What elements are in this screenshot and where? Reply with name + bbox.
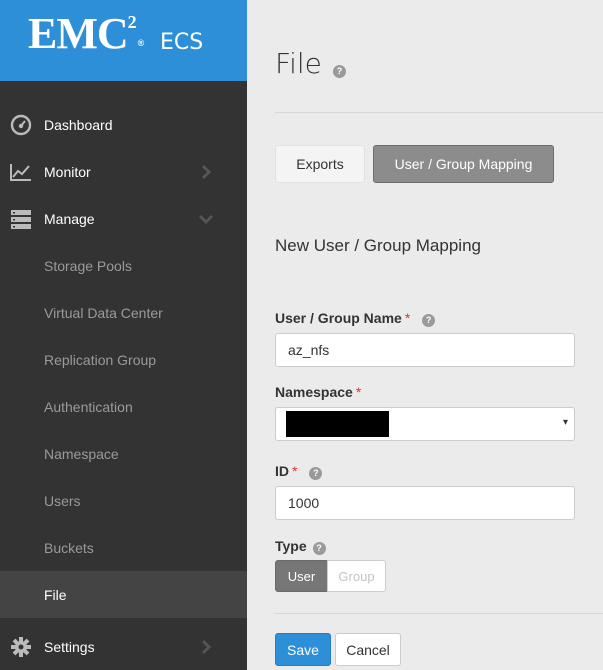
help-icon[interactable]: ?: [333, 65, 346, 78]
help-icon[interactable]: ?: [422, 314, 436, 327]
redacted-value: [286, 411, 389, 437]
sidebar-item-namespace[interactable]: Namespace: [0, 430, 247, 477]
required-marker: *: [355, 384, 362, 400]
namespace-select[interactable]: ▾: [275, 407, 575, 441]
nav-monitor-label: Monitor: [44, 163, 91, 180]
id-label: ID * ?: [275, 463, 323, 480]
section-title: New User / Group Mapping: [275, 236, 481, 255]
divider: [275, 613, 603, 614]
type-group-toggle[interactable]: Group: [327, 560, 386, 592]
nav-manage-label: Manage: [44, 210, 95, 227]
help-icon[interactable]: ?: [309, 467, 323, 480]
page-title: File: [275, 47, 322, 80]
namespace-label: Namespace *: [275, 384, 362, 400]
user-group-name-input[interactable]: az_nfs: [275, 333, 575, 367]
cancel-button[interactable]: Cancel: [335, 633, 401, 666]
type-label: Type ?: [275, 538, 326, 555]
dashboard-icon: [10, 114, 32, 135]
help-icon[interactable]: ?: [312, 542, 326, 555]
tab-exports[interactable]: Exports: [275, 145, 365, 183]
type-user-toggle[interactable]: User: [275, 560, 328, 592]
divider: [275, 112, 603, 113]
sidebar-item-virtual-data-center[interactable]: Virtual Data Center: [0, 289, 247, 336]
chevron-right-icon: [201, 639, 212, 654]
sidebar-item-authentication[interactable]: Authentication: [0, 383, 247, 430]
line-chart-icon: [10, 163, 31, 181]
sidebar-item-users[interactable]: Users: [0, 477, 247, 524]
chevron-right-icon: [201, 164, 212, 179]
nav-monitor[interactable]: Monitor: [0, 148, 247, 195]
sidebar-item-storage-pools[interactable]: Storage Pools: [0, 242, 247, 289]
sidebar-item-file[interactable]: File: [0, 571, 247, 618]
sidebar: EMC2® ECS Dashboard Monitor Manage Stora…: [0, 0, 247, 670]
server-icon: [11, 209, 31, 229]
nav-dashboard-label: Dashboard: [44, 116, 113, 133]
required-marker: *: [292, 463, 298, 479]
id-input[interactable]: 1000: [275, 486, 575, 520]
nav-manage[interactable]: Manage: [0, 195, 247, 242]
nav-settings[interactable]: Settings: [0, 623, 247, 670]
caret-down-icon: ▾: [562, 417, 568, 428]
sidebar-item-buckets[interactable]: Buckets: [0, 524, 247, 571]
nav-dashboard[interactable]: Dashboard: [0, 101, 247, 148]
required-marker: *: [404, 310, 411, 326]
emc-logo: EMC2®: [28, 9, 144, 58]
product-name: ECS: [160, 30, 204, 55]
main-content: File ? Exports User / Group Mapping New …: [247, 0, 603, 670]
tab-user-group-mapping[interactable]: User / Group Mapping: [373, 145, 554, 183]
gear-icon: [11, 636, 31, 657]
user-group-name-label: User / Group Name * ?: [275, 310, 436, 327]
save-button[interactable]: Save: [275, 633, 331, 666]
chevron-down-icon: [198, 214, 214, 224]
sidebar-item-replication-group[interactable]: Replication Group: [0, 336, 247, 383]
nav-settings-label: Settings: [44, 638, 95, 655]
brand-header: EMC2® ECS: [0, 0, 247, 81]
